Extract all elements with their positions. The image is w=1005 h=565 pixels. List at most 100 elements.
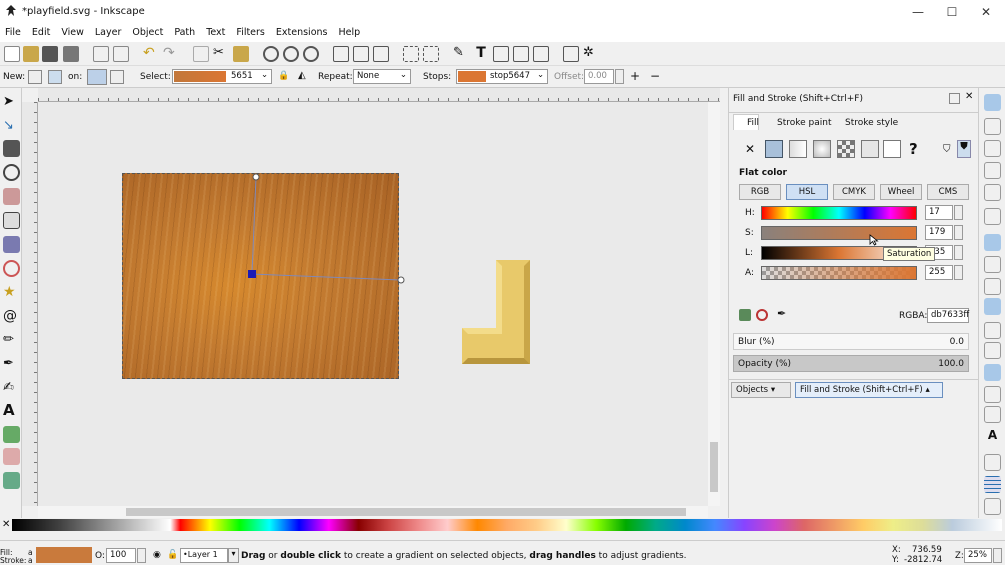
radial-gradient-button[interactable] — [48, 70, 62, 84]
color-palette[interactable]: ✕ — [0, 518, 1005, 532]
chevron-down-icon[interactable]: ▾ — [228, 548, 239, 563]
snap-center-icon[interactable] — [984, 386, 1001, 403]
measure-tool-icon[interactable] — [3, 188, 20, 205]
a-value-field[interactable]: 255 — [925, 265, 953, 280]
delete-stop-icon[interactable]: − — [650, 69, 660, 83]
align-distribute-icon[interactable] — [533, 46, 549, 62]
pencil-tool-icon[interactable]: ✏ — [3, 332, 20, 349]
zoom-tool-icon[interactable] — [3, 164, 20, 181]
mode-rgb-tab[interactable]: RGB — [739, 184, 781, 200]
fill-stroke-icon[interactable]: ✎ — [453, 46, 469, 62]
insert-stop-icon[interactable]: + — [630, 69, 640, 83]
tab-stroke-style[interactable]: Stroke style — [845, 118, 898, 128]
reverse-icon[interactable]: ◭ — [298, 70, 306, 81]
ungroup-icon[interactable] — [423, 46, 439, 62]
snap-bbox-icon[interactable] — [984, 118, 1001, 135]
tab-stroke-paint[interactable]: Stroke paint — [777, 118, 832, 128]
snap-path-intersection-icon[interactable] — [984, 278, 1001, 295]
radial-gradient-paint-button[interactable] — [813, 140, 831, 158]
print-icon[interactable] — [63, 46, 79, 62]
offset-field[interactable]: 0.00 — [584, 69, 614, 84]
rgba-field[interactable]: db7633ff — [927, 308, 969, 323]
ellipse-tool-icon[interactable] — [3, 260, 20, 277]
horizontal-scroll-thumb[interactable] — [126, 508, 686, 516]
snap-text-baseline-icon[interactable]: A — [984, 428, 1001, 445]
gradient-radius-handle-x[interactable] — [397, 276, 405, 284]
opacity-status-field[interactable]: 100 — [106, 548, 136, 563]
unset-paint-button[interactable]: ? — [909, 140, 918, 158]
layer-select[interactable]: •Layer 1 — [180, 548, 228, 563]
flat-color-button[interactable] — [765, 140, 783, 158]
snap-toggle-icon[interactable] — [984, 94, 1001, 111]
zoom-field[interactable]: 25% — [964, 548, 992, 563]
swatch-paint-button[interactable] — [883, 140, 901, 158]
alpha-slider[interactable] — [761, 266, 917, 280]
export-icon[interactable] — [113, 46, 129, 62]
layer-lock-icon[interactable]: 🔓 — [167, 550, 178, 560]
star-tool-icon[interactable]: ★ — [3, 284, 20, 301]
snap-grid-icon[interactable] — [984, 476, 1001, 493]
snap-rotation-center-icon[interactable] — [984, 406, 1001, 423]
tweak-tool-icon[interactable] — [3, 140, 20, 157]
mode-hsl-tab[interactable]: HSL — [786, 184, 828, 200]
menu-edit[interactable]: Edit — [27, 24, 56, 38]
maximize-button[interactable]: ☐ — [937, 3, 967, 21]
snap-bbox-edge-icon[interactable] — [984, 140, 1001, 157]
menu-filters[interactable]: Filters — [231, 24, 270, 38]
close-button[interactable]: ✕ — [971, 3, 1001, 21]
preferences-icon[interactable]: ✲ — [583, 46, 599, 62]
blur-slider[interactable]: Blur (%) 0.0 — [733, 333, 969, 350]
paint-bucket-tool-icon[interactable] — [3, 472, 20, 489]
fill-swatch[interactable] — [36, 547, 92, 563]
panel-close-icon[interactable]: ✕ — [965, 91, 973, 102]
redo-icon[interactable]: ↷ — [163, 46, 179, 62]
snap-others-icon[interactable] — [984, 364, 1001, 381]
eraser-tool-icon[interactable] — [3, 448, 20, 465]
xml-editor-icon[interactable] — [493, 46, 509, 62]
zoom-drawing-icon[interactable] — [283, 46, 299, 62]
snap-nodes-icon[interactable] — [984, 234, 1001, 251]
node-tool-icon[interactable]: ↘ — [3, 118, 20, 135]
lock-icon[interactable]: 🔒 — [278, 71, 289, 81]
snap-guide-icon[interactable] — [984, 498, 1001, 515]
cut-icon[interactable]: ✂ — [213, 46, 229, 62]
hue-slider[interactable] — [761, 206, 917, 220]
linear-gradient-paint-button[interactable] — [789, 140, 807, 158]
snap-bbox-midpoint-icon[interactable] — [984, 184, 1001, 201]
l-spinner[interactable] — [954, 245, 963, 260]
menu-help[interactable]: Help — [333, 24, 366, 38]
snap-smooth-nodes-icon[interactable] — [984, 322, 1001, 339]
import-icon[interactable] — [93, 46, 109, 62]
fill-rule-nonzero-icon[interactable]: ⛊ — [957, 140, 971, 158]
snap-bbox-corner-icon[interactable] — [984, 162, 1001, 179]
h-value-field[interactable]: 17 — [925, 205, 953, 220]
copy-icon[interactable] — [193, 46, 209, 62]
mesh-paint-button[interactable] — [837, 140, 855, 158]
vertical-scroll-thumb[interactable] — [710, 442, 718, 492]
zoom-selection-icon[interactable] — [263, 46, 279, 62]
linear-gradient-button[interactable] — [28, 70, 42, 84]
gradient-select[interactable]: 5651 ⌄ — [172, 69, 272, 84]
menu-view[interactable]: View — [56, 24, 90, 38]
no-paint-button[interactable]: ✕ — [745, 142, 755, 156]
gradient-radius-handle-y[interactable] — [252, 173, 260, 181]
text-tool-icon[interactable]: A — [3, 402, 20, 419]
undo-icon[interactable]: ↶ — [143, 46, 159, 62]
document-properties-icon[interactable] — [563, 46, 579, 62]
fill-rule-evenodd-icon[interactable]: ⛉ — [943, 144, 951, 155]
panel-restore-icon[interactable] — [949, 93, 960, 104]
open-icon[interactable] — [23, 46, 39, 62]
clone-icon[interactable] — [353, 46, 369, 62]
paste-icon[interactable] — [233, 46, 249, 62]
spiral-tool-icon[interactable]: @ — [3, 308, 20, 325]
rectangle-tool-icon[interactable] — [3, 212, 20, 229]
pen-tool-icon[interactable]: ✒ — [3, 356, 20, 373]
horizontal-scrollbar[interactable] — [38, 506, 708, 518]
calligraphy-tool-icon[interactable]: ✍ — [3, 380, 20, 397]
objects-icon[interactable] — [513, 46, 529, 62]
dock-fill-stroke-tab[interactable]: Fill and Stroke (Shift+Ctrl+F) ▴ — [795, 382, 943, 398]
selector-tool-icon[interactable]: ➤ — [3, 94, 20, 111]
group-icon[interactable] — [403, 46, 419, 62]
h-spinner[interactable] — [954, 205, 963, 220]
zoom-page-icon[interactable] — [303, 46, 319, 62]
